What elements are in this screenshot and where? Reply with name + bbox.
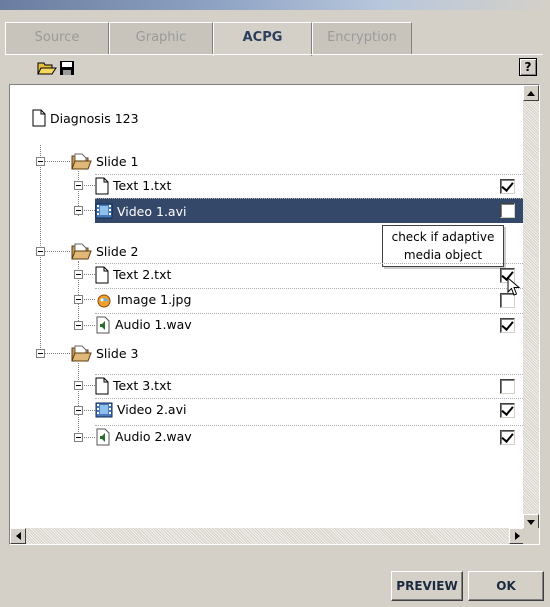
scrollbar-corner (523, 528, 539, 544)
tree-item[interactable]: Text 1.txt (95, 174, 535, 196)
tree-item[interactable]: Text 3.txt (95, 374, 535, 396)
mouse-cursor-icon (507, 277, 521, 296)
tooltip: check if adaptive media object (382, 225, 504, 267)
document-icon (95, 177, 109, 194)
slide-label: Slide 1 (96, 153, 139, 169)
slide-folder-icon (71, 243, 92, 260)
collapse-toggle[interactable] (74, 433, 83, 442)
item-label: Text 3.txt (113, 378, 172, 393)
help-button[interactable]: ? (519, 58, 537, 76)
adaptive-checkbox[interactable] (500, 430, 515, 445)
tree-slide-3[interactable]: Slide 3 (70, 342, 138, 364)
tree-panel: Diagnosis 123 Slide 1 Text 1.txt Video 1… (9, 84, 540, 545)
scroll-up-button[interactable] (523, 85, 539, 101)
adaptive-checkbox[interactable] (500, 318, 515, 333)
scroll-left-button[interactable] (10, 528, 26, 544)
collapse-toggle[interactable] (74, 406, 83, 415)
tab-graphic[interactable]: Graphic (109, 22, 213, 55)
adaptive-checkbox[interactable] (500, 203, 515, 218)
collapse-toggle[interactable] (74, 270, 83, 279)
tree-item[interactable]: Audio 2.wav (95, 425, 535, 447)
document-icon (95, 266, 109, 283)
item-label: Text 2.txt (113, 267, 172, 282)
tree-item[interactable]: Image 1.jpg (95, 288, 535, 310)
adaptive-checkbox[interactable] (500, 179, 515, 194)
item-label: Text 1.txt (113, 178, 172, 193)
document-icon (32, 109, 46, 127)
tree-root[interactable]: Diagnosis 123 (32, 107, 139, 129)
open-folder-icon[interactable] (37, 58, 57, 78)
collapse-toggle[interactable] (74, 321, 83, 330)
tree-slide-1[interactable]: Slide 1 (70, 150, 138, 172)
tree-item[interactable]: Audio 1.wav (95, 313, 535, 335)
tree-slide-2[interactable]: Slide 2 (70, 240, 138, 262)
collapse-toggle[interactable] (36, 157, 45, 166)
floppy-disk-icon[interactable] (57, 58, 77, 78)
tree-item[interactable]: Text 2.txt (95, 263, 535, 285)
collapse-toggle[interactable] (74, 381, 83, 390)
collapse-toggle[interactable] (74, 295, 83, 304)
collapse-toggle[interactable] (74, 206, 83, 215)
tab-encryption[interactable]: Encryption (312, 22, 412, 55)
adaptive-checkbox[interactable] (500, 379, 515, 394)
image-file-icon (97, 294, 111, 307)
vertical-scrollbar[interactable] (523, 85, 539, 530)
video-file-icon (95, 203, 113, 219)
adaptive-checkbox[interactable] (500, 403, 515, 418)
tree-line (78, 363, 79, 438)
document-icon (95, 377, 109, 394)
slide-label: Slide 2 (96, 243, 139, 259)
tab-source[interactable]: Source (5, 22, 109, 55)
item-label: Video 1.avi (117, 203, 187, 219)
preview-button[interactable]: PREVIEW (391, 571, 463, 601)
collapse-toggle[interactable] (36, 247, 45, 256)
item-label: Image 1.jpg (117, 292, 192, 307)
item-label: Video 2.avi (117, 402, 187, 417)
slide-label: Slide 3 (96, 345, 139, 361)
collapse-toggle[interactable] (74, 181, 83, 190)
collapse-toggle[interactable] (36, 349, 45, 358)
item-label: Audio 2.wav (115, 429, 192, 444)
tree-item[interactable]: Video 2.avi (95, 398, 535, 420)
audio-file-icon (96, 428, 110, 445)
tooltip-line-1: check if adaptive (391, 230, 495, 244)
tree-root-label: Diagnosis 123 (50, 110, 139, 126)
slide-folder-icon (71, 345, 92, 362)
title-bar-strip (0, 0, 550, 10)
tab-acpg[interactable]: ACPG (213, 22, 312, 56)
ok-button[interactable]: OK (468, 571, 544, 601)
tab-bar: Source Graphic ACPG Encryption (5, 22, 545, 56)
audio-file-icon (96, 316, 110, 333)
horizontal-scrollbar[interactable] (10, 528, 525, 544)
toolbar: ? (5, 55, 543, 81)
tree-item-selected[interactable]: Video 1.avi (95, 198, 535, 223)
slide-folder-icon (71, 153, 92, 170)
video-file-icon (95, 402, 113, 417)
tooltip-line-2: media object (403, 248, 483, 262)
item-label: Audio 1.wav (115, 317, 192, 332)
